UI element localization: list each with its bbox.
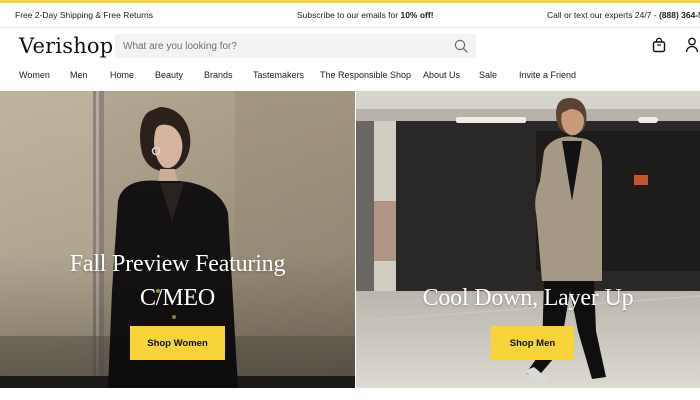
search-input[interactable] — [123, 38, 443, 54]
shop-men-button[interactable]: Shop Men — [491, 326, 574, 360]
search-bar[interactable] — [115, 34, 476, 58]
nav-item-women[interactable]: Women — [19, 70, 50, 80]
shopping-bag-icon[interactable] — [652, 37, 666, 53]
contact-phone[interactable]: (888) 364-582 — [659, 10, 700, 20]
hero-women-title: Fall Preview Featuring C/MEO — [0, 247, 355, 315]
hero-men[interactable]: Cool Down, Layer Up Shop Men — [356, 91, 700, 388]
nav-item-tastemakers[interactable]: Tastemakers — [253, 70, 304, 80]
nav-item-responsible-shop[interactable]: The Responsible Shop — [320, 70, 411, 80]
main-nav: Women Men Home Beauty Brands Tastemakers… — [0, 68, 700, 84]
shop-women-button[interactable]: Shop Women — [130, 326, 225, 360]
nav-item-about-us[interactable]: About Us — [423, 70, 460, 80]
contact-text: Call or text our experts 24/7 - — [547, 10, 659, 20]
subscribe-offer: 10% off! — [400, 10, 434, 20]
announcement-bar: Free 2-Day Shipping & Free Returns Subsc… — [0, 3, 700, 27]
hero-women-title-line2: C/MEO — [139, 285, 215, 311]
user-icon[interactable] — [685, 37, 699, 53]
contact-message: Call or text our experts 24/7 - (888) 36… — [547, 10, 700, 20]
nav-item-home[interactable]: Home — [110, 70, 134, 80]
nav-item-sale[interactable]: Sale — [479, 70, 497, 80]
shipping-message: Free 2-Day Shipping & Free Returns — [15, 10, 153, 20]
nav-item-invite-friend[interactable]: Invite a Friend — [519, 70, 576, 80]
nav-item-brands[interactable]: Brands — [204, 70, 233, 80]
subscribe-text: Subscribe to our emails for — [297, 10, 401, 20]
hero-women[interactable]: Fall Preview Featuring C/MEO Shop Women — [0, 91, 355, 388]
search-icon[interactable] — [454, 39, 468, 53]
nav-item-men[interactable]: Men — [70, 70, 88, 80]
nav-item-beauty[interactable]: Beauty — [155, 70, 183, 80]
hero-men-title: Cool Down, Layer Up — [422, 285, 634, 311]
site-logo[interactable]: Verishop — [19, 34, 113, 58]
subscribe-message[interactable]: Subscribe to our emails for 10% off! — [297, 10, 434, 20]
page-bottom-strip — [0, 388, 700, 400]
header-divider — [0, 27, 700, 28]
hero-women-title-line1: Fall Preview Featuring — [69, 251, 286, 277]
